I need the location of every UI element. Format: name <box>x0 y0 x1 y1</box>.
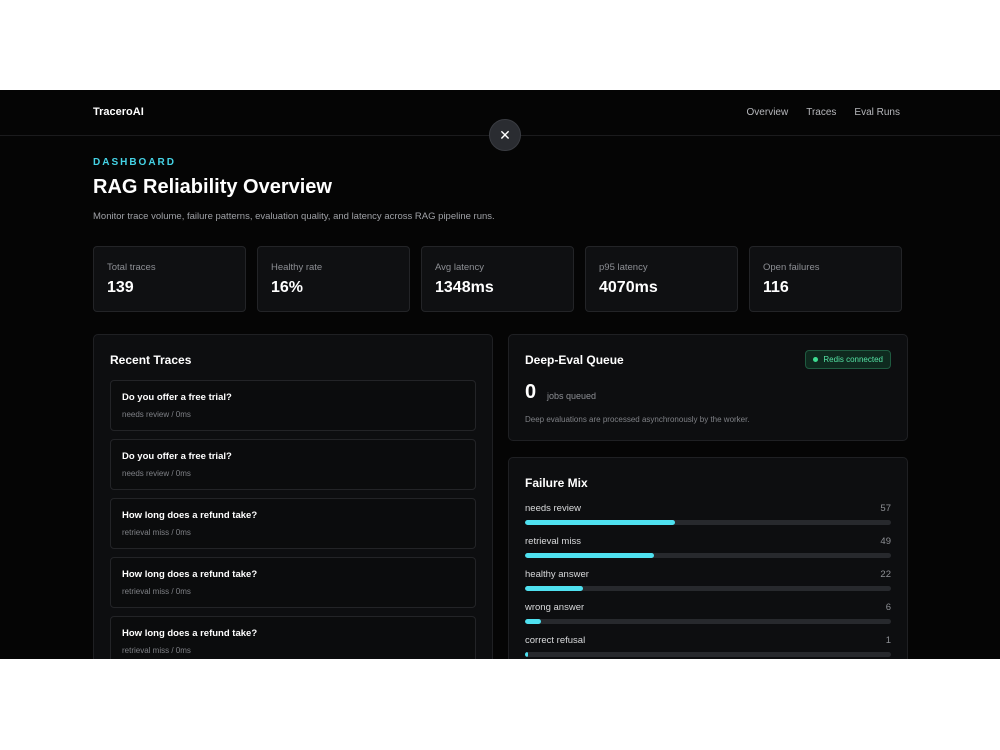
failure-bar-fill <box>525 553 655 558</box>
main-nav: Overview Traces Eval Runs <box>747 107 900 118</box>
stat-label: p95 latency <box>599 262 648 273</box>
stat-value: 1348ms <box>435 279 494 296</box>
failure-row: needs review 57 <box>525 503 891 525</box>
failure-label: correct refusal <box>525 635 586 646</box>
queue-note: Deep evaluations are processed asynchron… <box>525 415 750 424</box>
trace-meta: retrieval miss / 0ms <box>122 528 191 537</box>
stat-label: Open failures <box>763 262 820 273</box>
stat-card-p95-latency: p95 latency 4070ms <box>585 246 738 312</box>
status-badge-label: Redis connected <box>823 355 883 364</box>
stat-value: 4070ms <box>599 279 658 296</box>
failure-count: 6 <box>885 602 891 613</box>
failure-row: healthy answer 22 <box>525 569 891 591</box>
stat-label: Total traces <box>107 262 156 273</box>
failure-count: 49 <box>880 536 891 547</box>
nav-eval-runs[interactable]: Eval Runs <box>854 107 900 118</box>
queue-unit: jobs queued <box>547 391 597 401</box>
stat-value: 16% <box>271 279 304 296</box>
page-eyebrow: DASHBOARD <box>93 157 176 168</box>
stat-value: 116 <box>763 279 789 296</box>
trace-question: Do you offer a free trial? <box>122 392 232 403</box>
stat-value: 139 <box>107 279 134 296</box>
stats-row: Total traces 139 Healthy rate 16% Avg la… <box>93 246 902 312</box>
failure-row: correct refusal 1 <box>525 635 891 657</box>
panel-title: Failure Mix <box>525 476 588 490</box>
failure-count: 57 <box>880 503 891 514</box>
nav-traces[interactable]: Traces <box>806 107 836 118</box>
trace-question: How long does a refund take? <box>122 569 258 580</box>
failure-label: retrieval miss <box>525 536 581 547</box>
failure-mix-panel: Failure Mix needs review 57 retrieval mis… <box>508 457 908 659</box>
failure-bar-track <box>525 586 891 591</box>
failure-bar-fill <box>525 586 583 591</box>
failure-bar-track <box>525 553 891 558</box>
trace-meta: retrieval miss / 0ms <box>122 587 191 596</box>
status-dot-icon <box>813 357 819 362</box>
failure-label: healthy answer <box>525 569 589 580</box>
stat-card-healthy-rate: Healthy rate 16% <box>257 246 410 312</box>
close-icon: ✕ <box>499 126 511 143</box>
trace-item[interactable]: How long does a refund take? retrieval m… <box>110 498 476 549</box>
queue-count: 0 <box>525 381 537 403</box>
nav-overview[interactable]: Overview <box>747 107 789 118</box>
failure-count: 22 <box>880 569 891 580</box>
trace-question: Do you offer a free trial? <box>122 451 232 462</box>
status-badge: Redis connected <box>805 350 891 369</box>
close-button[interactable]: ✕ <box>489 119 521 151</box>
failure-bar-fill <box>525 520 676 525</box>
trace-item[interactable]: Do you offer a free trial? needs review … <box>110 439 476 490</box>
trace-item[interactable]: How long does a refund take? retrieval m… <box>110 616 476 659</box>
page-subtitle: Monitor trace volume, failure patterns, … <box>93 211 495 222</box>
app-window: TraceroAI Overview Traces Eval Runs ✕ DA… <box>0 90 1000 659</box>
stat-card-avg-latency: Avg latency 1348ms <box>421 246 574 312</box>
trace-item[interactable]: Do you offer a free trial? needs review … <box>110 380 476 431</box>
page-title: RAG Reliability Overview <box>93 176 332 198</box>
trace-question: How long does a refund take? <box>122 510 258 521</box>
panel-title: Recent Traces <box>110 353 192 367</box>
failure-bar-track <box>525 652 891 657</box>
trace-item[interactable]: How long does a refund take? retrieval m… <box>110 557 476 608</box>
trace-meta: needs review / 0ms <box>122 469 191 478</box>
stat-card-open-failures: Open failures 116 <box>749 246 902 312</box>
trace-question: How long does a refund take? <box>122 628 258 639</box>
failure-bar-track <box>525 619 891 624</box>
trace-meta: needs review / 0ms <box>122 410 191 419</box>
trace-meta: retrieval miss / 0ms <box>122 646 191 655</box>
failure-count: 1 <box>885 635 891 646</box>
recent-traces-panel: Recent Traces Do you offer a free trial?… <box>93 334 493 659</box>
failure-bar-track <box>525 520 891 525</box>
failure-bar-fill <box>525 619 541 624</box>
deep-eval-queue-panel: Deep-Eval Queue Redis connected 0 jobs q… <box>508 334 908 441</box>
failure-label: wrong answer <box>525 602 585 613</box>
failure-bars: needs review 57 retrieval miss 49 healthy … <box>525 503 891 657</box>
trace-list: Do you offer a free trial? needs review … <box>110 380 476 659</box>
failure-bar-fill <box>525 652 528 657</box>
brand-logo[interactable]: TraceroAI <box>93 106 144 118</box>
stat-label: Healthy rate <box>271 262 323 273</box>
stat-card-total-traces: Total traces 139 <box>93 246 246 312</box>
stat-label: Avg latency <box>435 262 484 273</box>
failure-row: wrong answer 6 <box>525 602 891 624</box>
failure-row: retrieval miss 49 <box>525 536 891 558</box>
failure-label: needs review <box>525 503 581 514</box>
